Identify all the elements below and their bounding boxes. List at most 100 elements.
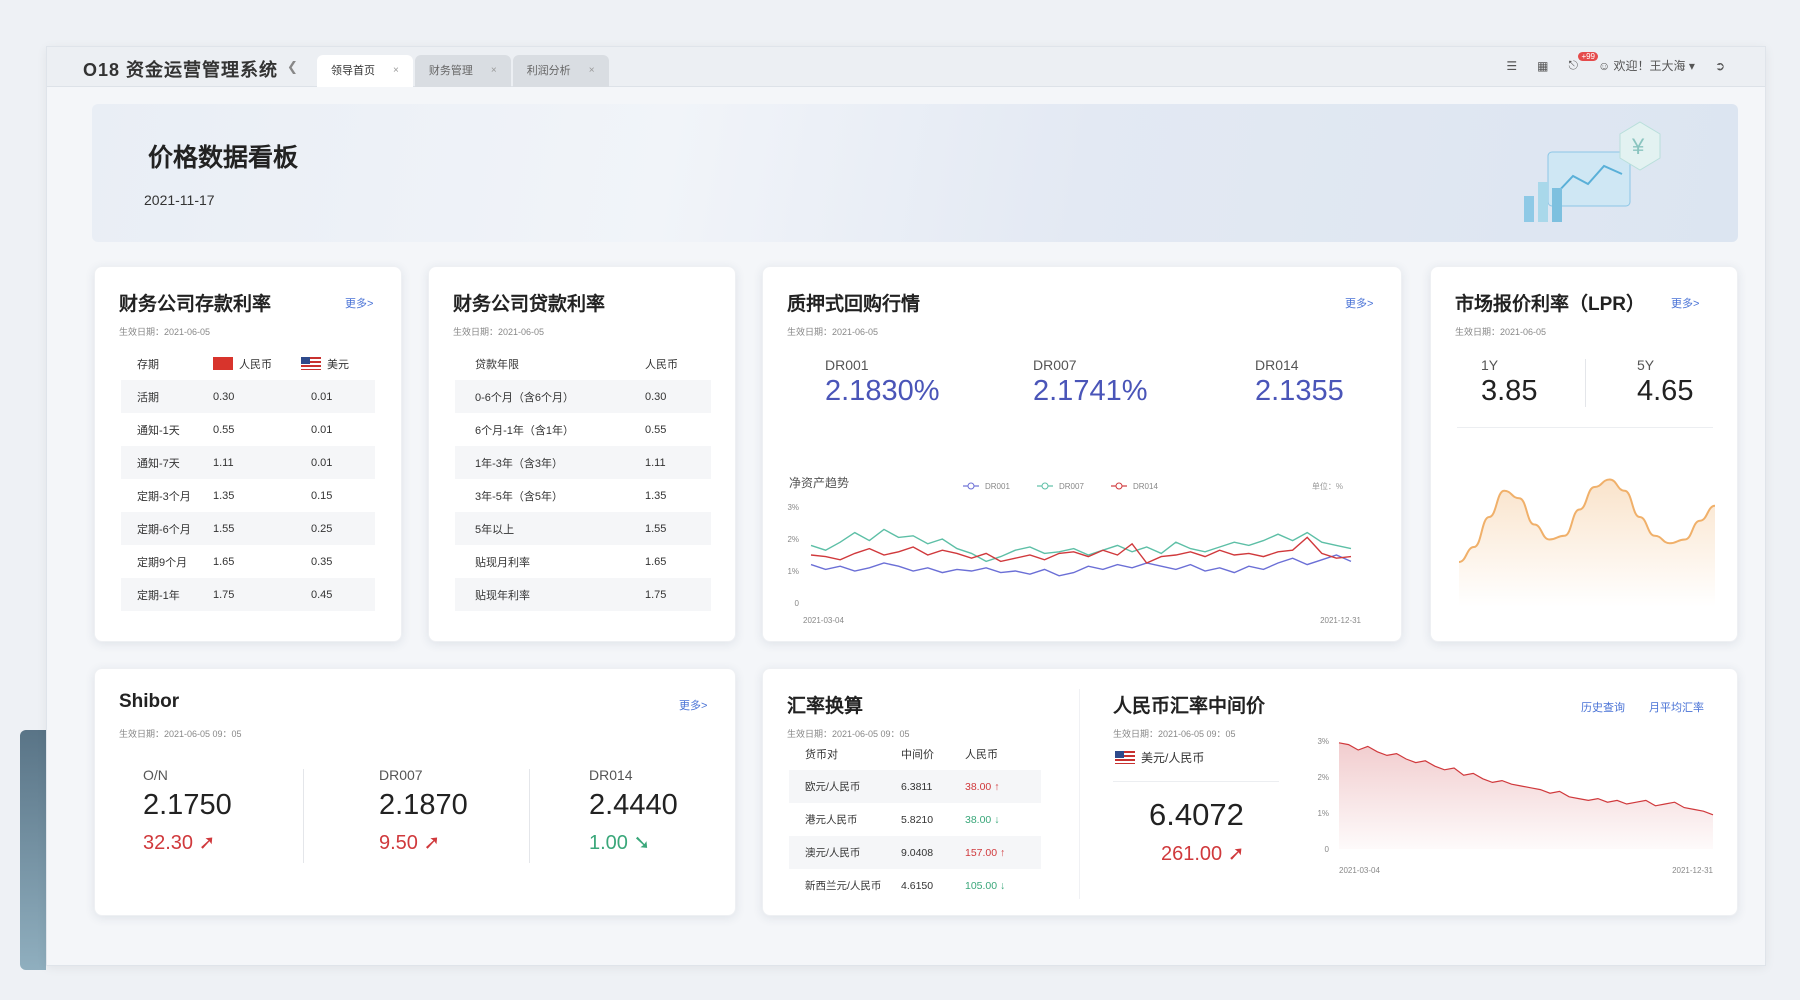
divider: [1113, 781, 1279, 782]
stat-value: 2.1870: [379, 789, 468, 822]
rmb-value: 38.00: [965, 781, 991, 793]
tab-home[interactable]: 领导首页×: [317, 55, 413, 87]
more-link[interactable]: 更多>: [679, 697, 707, 713]
table-cell: 定期9个月: [121, 545, 213, 578]
close-icon[interactable]: ×: [491, 55, 497, 87]
monthly-avg-link[interactable]: 月平均汇率: [1649, 699, 1704, 715]
stat-value: 2.4440: [589, 789, 678, 822]
table-cell: 5年以上: [455, 512, 645, 545]
table-cell: 0.01: [301, 413, 375, 446]
stat-label: O/N: [143, 767, 232, 783]
rmb-cell: 38.00 ↓: [965, 803, 1041, 836]
card-title: 财务公司存款利率: [119, 289, 271, 316]
tab-profit[interactable]: 利润分析×: [513, 55, 609, 87]
grid-icon[interactable]: ▦: [1537, 59, 1548, 73]
tab-finance[interactable]: 财务管理×: [415, 55, 511, 87]
collapse-menu-icon[interactable]: ❮: [287, 59, 298, 75]
history-link[interactable]: 历史查询: [1581, 699, 1625, 715]
stat-label: 5Y: [1637, 357, 1693, 373]
table-cell: 1.11: [645, 446, 711, 479]
chart-title: 净资产趋势: [789, 476, 849, 490]
stat-value: 4.65: [1637, 375, 1693, 408]
app-logo: O18 资金运营管理系统: [83, 56, 278, 82]
stat-label: DR014: [589, 767, 678, 783]
table-row: 通知-7天1.110.01: [121, 446, 375, 479]
table-cell: 0.01: [301, 380, 375, 413]
bell-icon[interactable]: ⎋+99: [1568, 58, 1578, 73]
stat-value: 2.1741%: [1033, 375, 1148, 408]
y-tick-label: 0: [795, 599, 800, 608]
table-cell: 0.30: [645, 380, 711, 413]
repo-market-card: 质押式回购行情 更多> 生效日期：2021-06-05 DR0012.1830%…: [762, 266, 1402, 642]
svg-text:¥: ¥: [1631, 134, 1645, 159]
divider: [529, 769, 530, 863]
column-header: 美元: [301, 347, 375, 380]
table-cell: 1.11: [213, 446, 301, 479]
arrow-up-icon: ➚: [1228, 843, 1245, 865]
table-cell: 3年-5年（含5年）: [455, 479, 645, 512]
lpr-trend-chart: [1455, 437, 1719, 627]
table-cell: 1.75: [645, 578, 711, 611]
y-tick-label: 2%: [787, 535, 799, 544]
stat-label: DR014: [1255, 357, 1344, 373]
table-row: 0-6个月（含6个月）0.30: [455, 380, 711, 413]
table-row: 欧元/人民币6.381138.00 ↑: [789, 770, 1041, 803]
table-cell: 6个月-1年（含1年）: [455, 413, 645, 446]
more-link[interactable]: 更多>: [1671, 295, 1699, 311]
rmb-pair: 美元/人民币: [1115, 749, 1204, 766]
header-label: 美元: [327, 359, 349, 371]
us-flag-icon: [301, 357, 321, 370]
arrow-up-icon: ↑: [997, 847, 1005, 859]
y-tick-label: 1%: [1317, 809, 1329, 818]
rmb-value: 157.00: [965, 847, 997, 859]
legend-marker: [968, 483, 974, 489]
rmb-change: 261.00 ➚: [1161, 841, 1245, 866]
effective-date: 生效日期：2021-06-05 09：05: [119, 727, 242, 740]
china-flag-icon: [213, 357, 233, 370]
fx-card: 汇率换算 生效日期：2021-06-05 09：05 货币对 中间价 人民币 欧…: [762, 668, 1738, 916]
table-cell: 0-6个月（含6个月）: [455, 380, 645, 413]
stat-change: 1.00 ➘: [589, 830, 678, 855]
card-title: 汇率换算: [787, 691, 863, 718]
menu-icon[interactable]: ☰: [1506, 59, 1517, 73]
change-value: 9.50: [379, 832, 418, 854]
loan-rate-card: 财务公司贷款利率 生效日期：2021-06-05 贷款年限 人民币 0-6个月（…: [428, 266, 736, 642]
table-cell: 定期-3个月: [121, 479, 213, 512]
table-cell: 定期-6个月: [121, 512, 213, 545]
card-title: 市场报价利率（LPR）: [1455, 289, 1645, 316]
logout-icon[interactable]: ➲: [1715, 59, 1725, 73]
more-link[interactable]: 更多>: [345, 295, 373, 311]
close-icon[interactable]: ×: [393, 55, 399, 87]
close-icon[interactable]: ×: [589, 55, 595, 87]
divider: [1457, 427, 1713, 428]
arrow-down-icon: ↓: [997, 880, 1005, 892]
arrow-down-icon: ➘: [634, 832, 651, 854]
table-row: 通知-1天0.550.01: [121, 413, 375, 446]
chart-unit: 单位：%: [1312, 481, 1343, 491]
stat-change: 9.50 ➚: [379, 830, 468, 855]
rmb-value: 38.00: [965, 814, 991, 826]
x-tick-label: 2021-03-04: [1339, 866, 1380, 875]
table-row: 港元人民币5.821038.00 ↓: [789, 803, 1041, 836]
stat-dr014: DR0142.1355: [1255, 357, 1344, 408]
stat-label: 1Y: [1481, 357, 1537, 373]
table-cell: 通知-1天: [121, 413, 213, 446]
card-title: 质押式回购行情: [787, 289, 920, 316]
welcome-text: 欢迎！王大海: [1614, 59, 1686, 73]
more-link[interactable]: 更多>: [1345, 295, 1373, 311]
change-value: 261.00: [1161, 843, 1222, 865]
column-header: 中间价: [901, 737, 965, 770]
mid-cell: 6.3811: [901, 770, 965, 803]
pair-cell: 新西兰元/人民币: [789, 869, 901, 902]
table-row: 3年-5年（含5年）1.35: [455, 479, 711, 512]
table-row: 贴现年利率1.75: [455, 578, 711, 611]
rmb-cell: 105.00 ↓: [965, 869, 1041, 902]
page-title: 价格数据看板: [148, 138, 298, 174]
rmb-value: 105.00: [965, 880, 997, 892]
table-row: 新西兰元/人民币4.6150105.00 ↓: [789, 869, 1041, 902]
stat-label: DR007: [379, 767, 468, 783]
table-row: 1年-3年（含3年）1.11: [455, 446, 711, 479]
user-menu[interactable]: ☺ 欢迎！王大海 ▾: [1598, 57, 1695, 74]
table-cell: 1.65: [645, 545, 711, 578]
series-line-dr014: [811, 537, 1351, 563]
